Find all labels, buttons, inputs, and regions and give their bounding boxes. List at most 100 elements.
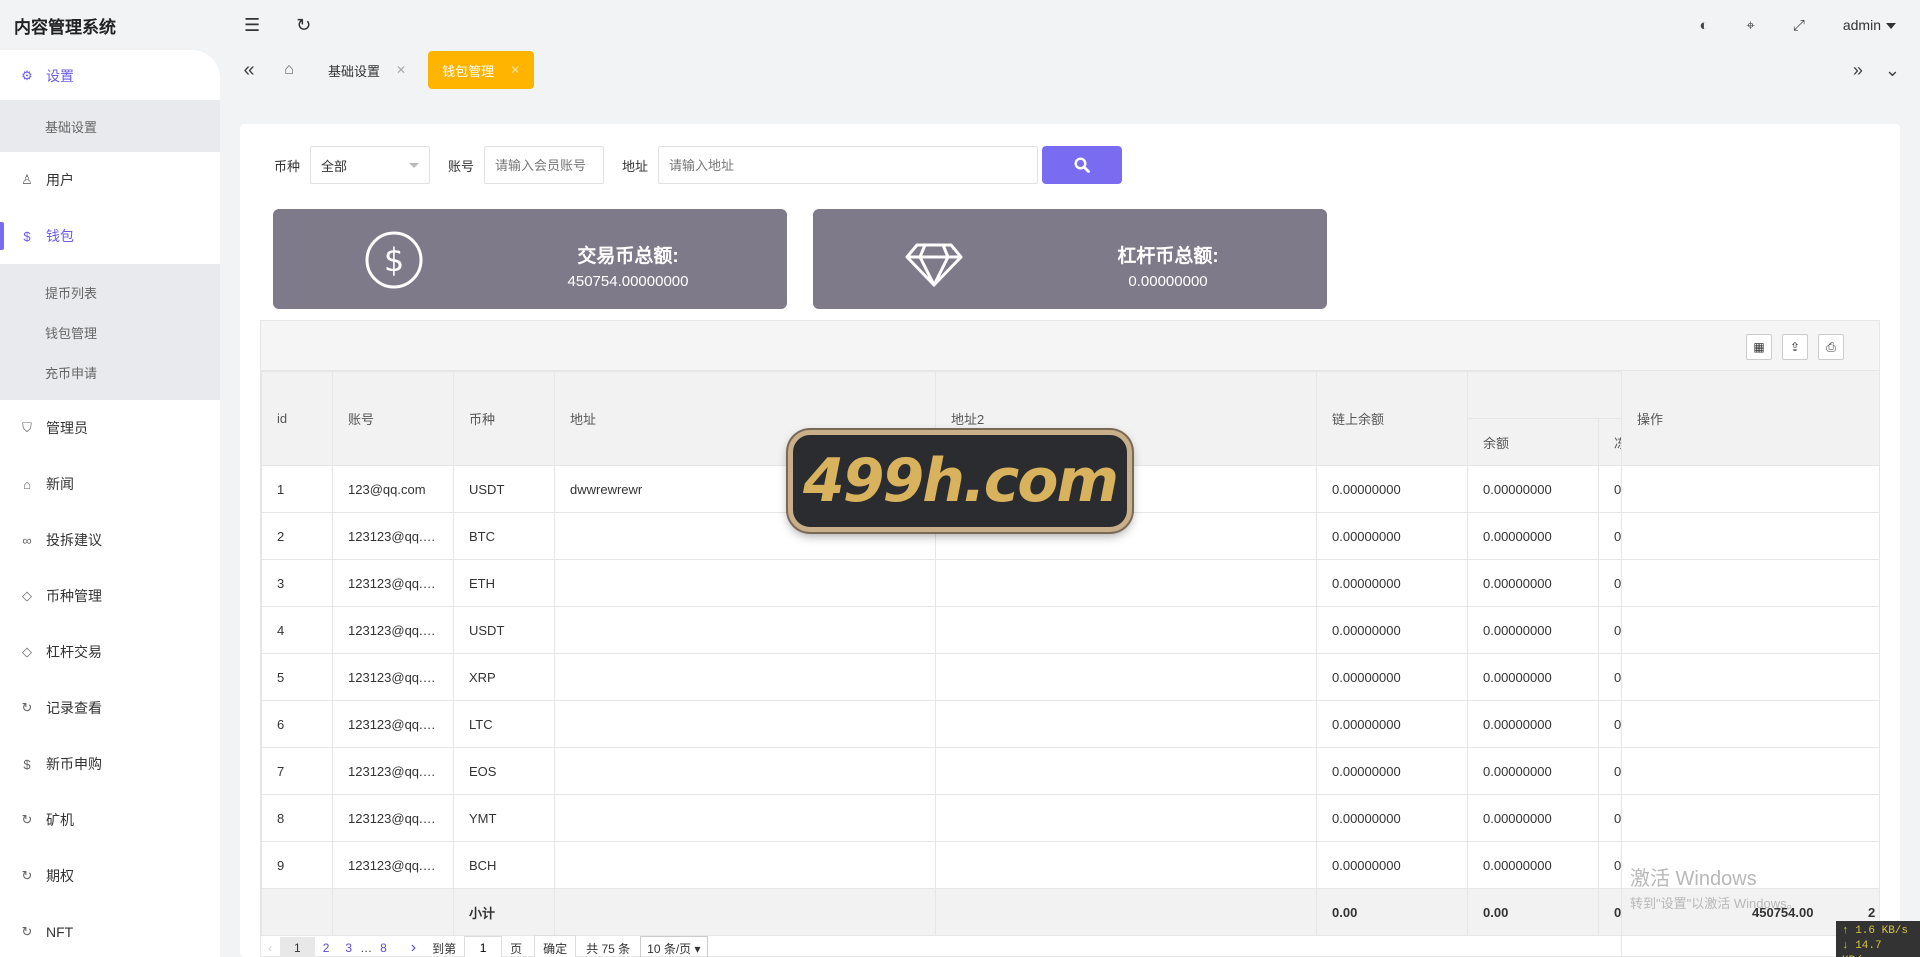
cell-balance: 0.00000000 xyxy=(1467,465,1599,513)
sidebar-item-9[interactable]: $ 新币申购 xyxy=(0,736,220,792)
sidebar-subitem[interactable]: 提币列表 xyxy=(0,272,220,312)
sidebar-item-1[interactable]: ♙ 用户 xyxy=(0,152,220,208)
windows-activation-hint: 转到"设置"以激活 Windows。 xyxy=(1630,896,1800,911)
cell-balance: 0.00000000 xyxy=(1467,747,1599,795)
address-input[interactable] xyxy=(658,146,1039,184)
account-label: 账号 xyxy=(448,158,475,174)
close-icon[interactable]: ✕ xyxy=(396,63,406,77)
sidebar-item-3[interactable]: ⛉ 管理员 xyxy=(0,400,220,456)
refresh-icon[interactable]: ↻ xyxy=(296,15,311,36)
columns-filter-icon[interactable]: ▦ xyxy=(1746,334,1772,360)
tab-wallet-management[interactable]: 钱包管理 ✕ xyxy=(428,51,535,89)
cell-balance: 0.00000000 xyxy=(1467,512,1599,560)
user-menu[interactable]: admin xyxy=(1843,17,1896,33)
sidebar-item-6[interactable]: ◇ 币种管理 xyxy=(0,568,220,624)
sidebar-subitem[interactable]: 钱包管理 xyxy=(0,312,220,352)
page-size-select[interactable]: 10 条/页 ▾ xyxy=(640,935,708,957)
sidebar-item-11[interactable]: ↻ 期权 xyxy=(0,848,220,904)
sidebar-item-0[interactable]: ⚙ 设置 xyxy=(0,52,220,100)
cell-address2 xyxy=(935,559,1317,607)
cell-id: 8 xyxy=(261,794,333,842)
tabs-scroll-right-icon[interactable]: » xyxy=(1853,60,1863,81)
cell-address xyxy=(554,747,936,795)
actions-cell xyxy=(1622,654,1879,701)
export-icon[interactable]: ⇪ xyxy=(1782,334,1808,360)
link-icon: ∞ xyxy=(22,532,32,548)
theme-palette-icon[interactable]: ◐ xyxy=(1699,17,1708,34)
tabs-bar: « ⌂ 基础设置 ✕ 钱包管理 ✕ » ⌄ xyxy=(220,50,1920,90)
cell-id: 9 xyxy=(261,841,333,889)
fullscreen-icon[interactable]: ⤢ xyxy=(1793,17,1805,34)
cell-address2 xyxy=(935,841,1317,889)
sidebar-item-12[interactable]: ↻ NFT xyxy=(0,904,220,957)
sidebar-item-label: 币种管理 xyxy=(46,588,102,604)
sidebar-item-2[interactable]: $ 钱包 xyxy=(0,208,220,264)
summary-balance: 0.00 xyxy=(1467,888,1599,936)
history-icon: ↻ xyxy=(21,700,33,715)
cell-chain-balance: 0.00000000 xyxy=(1316,559,1468,607)
account-input[interactable] xyxy=(484,146,605,184)
cell-account: 123123@qq.com xyxy=(332,700,454,748)
dollar-icon: $ xyxy=(23,756,31,772)
dollar-circle-icon: $ xyxy=(365,231,423,289)
history-icon: ↻ xyxy=(21,812,33,827)
currency-select[interactable]: 全部 xyxy=(310,146,431,184)
confirm-button[interactable]: 确定 xyxy=(534,934,577,957)
cell-account: 123123@qq.com xyxy=(332,841,454,889)
cell-id: 6 xyxy=(261,700,333,748)
cell-currency: BCH xyxy=(453,841,555,889)
actions-cell xyxy=(1622,513,1879,560)
tabs-dropdown-icon[interactable]: ⌄ xyxy=(1885,60,1900,81)
sidebar-item-8[interactable]: ↻ 记录查看 xyxy=(0,680,220,736)
tabs-scroll-left-icon[interactable]: « xyxy=(232,59,266,82)
currency-select-value: 全部 xyxy=(321,158,348,174)
home-tab-icon[interactable]: ⌂ xyxy=(272,61,306,79)
actions-cell xyxy=(1622,560,1879,607)
sidebar-submenu: 基础设置 xyxy=(0,100,220,152)
prev-page-icon[interactable]: ‹ xyxy=(260,941,280,955)
sidebar-item-label: 设置 xyxy=(46,68,74,84)
search-icon xyxy=(1074,157,1090,173)
sidebar-item-4[interactable]: ⌂ 新闻 xyxy=(0,456,220,512)
cell-id: 7 xyxy=(261,747,333,795)
page-2[interactable]: 2 xyxy=(315,941,338,955)
collapse-menu-icon[interactable]: ☰ xyxy=(244,15,260,36)
tab-basic-settings[interactable]: 基础设置 ✕ xyxy=(314,51,420,89)
sidebar-item-5[interactable]: ∞ 投拆建议 xyxy=(0,512,220,568)
column-header-account: 账号 xyxy=(332,371,454,466)
cell-chain-balance: 0.00000000 xyxy=(1316,794,1468,842)
gear-icon: ⚙ xyxy=(21,68,33,83)
cell-address2 xyxy=(935,747,1317,795)
summary-chain: 0.00 xyxy=(1316,888,1468,936)
sidebar-item-label: 矿机 xyxy=(46,812,74,828)
history-icon: ↻ xyxy=(21,924,33,939)
summary-empty xyxy=(332,888,454,936)
cell-balance: 0.00000000 xyxy=(1467,653,1599,701)
page-3[interactable]: 3 xyxy=(337,941,360,955)
close-icon[interactable]: ✕ xyxy=(510,63,520,77)
goto-page-input[interactable] xyxy=(464,936,503,957)
cell-address2 xyxy=(935,794,1317,842)
page-8[interactable]: 8 xyxy=(372,941,395,955)
cell-account: 123123@qq.com xyxy=(332,747,454,795)
cell-balance: 0.00000000 xyxy=(1467,559,1599,607)
page-1[interactable]: 1 xyxy=(280,937,315,957)
sidebar-item-10[interactable]: ↻ 矿机 xyxy=(0,792,220,848)
next-page-icon[interactable]: › xyxy=(403,939,424,957)
tag-icon[interactable]: ⌖ xyxy=(1746,17,1754,34)
sidebar-subitem[interactable]: 充币申请 xyxy=(0,352,220,392)
summary-empty xyxy=(935,888,1317,936)
sidebar-item-7[interactable]: ◇ 杠杆交易 xyxy=(0,624,220,680)
network-speed-widget: ↑ 1.6 KB/s ↓ 14.7 KB/s xyxy=(1836,921,1920,957)
leverage-coin-total-card: 杠杆币总额: 0.00000000 xyxy=(813,209,1327,309)
page-ellipsis: … xyxy=(360,941,373,955)
cell-balance: 0.00000000 xyxy=(1467,700,1599,748)
tab-label: 钱包管理 xyxy=(442,63,495,79)
print-icon[interactable]: ⎙ xyxy=(1818,334,1844,360)
search-button[interactable] xyxy=(1042,146,1123,184)
windows-activation-watermark: 激活 Windows 转到"设置"以激活 Windows。 xyxy=(1630,862,1800,912)
cell-address xyxy=(554,841,936,889)
sidebar-subitem[interactable]: 基础设置 xyxy=(0,100,220,152)
cell-id: 3 xyxy=(261,559,333,607)
cell-account: 123123@qq.com xyxy=(332,794,454,842)
